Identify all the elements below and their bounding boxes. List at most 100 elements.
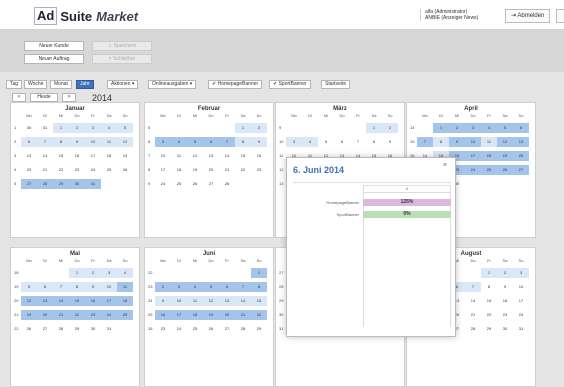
day-cell[interactable]: 21	[37, 165, 53, 175]
day-cell[interactable]: 10	[513, 282, 529, 292]
day-cell[interactable]: 8	[481, 282, 497, 292]
day-cell[interactable]	[21, 268, 37, 278]
day-cell[interactable]: 17	[513, 296, 529, 306]
day-cell[interactable]: 24	[465, 164, 481, 175]
day-cell[interactable]	[187, 268, 203, 278]
day-cell[interactable]: 5	[187, 136, 203, 147]
day-cell[interactable]: 4	[187, 281, 203, 292]
day-cell[interactable]: 19	[203, 309, 219, 320]
tab-tag[interactable]: Tag	[6, 80, 23, 89]
day-cell[interactable]	[219, 268, 235, 278]
save-button[interactable]: ⊥ Speichern	[92, 41, 152, 51]
day-cell[interactable]: 15	[481, 296, 497, 306]
day-cell[interactable]: 22	[53, 165, 69, 175]
day-cell[interactable]: 10	[155, 151, 171, 161]
day-cell[interactable]: 24	[101, 309, 117, 320]
day-cell[interactable]: 31	[513, 324, 529, 334]
day-cell[interactable]: 8	[69, 281, 85, 292]
day-cell[interactable]: 19	[21, 309, 37, 320]
day-cell[interactable]: 18	[481, 150, 497, 161]
day-cell[interactable]: 30	[69, 178, 85, 189]
prev-button[interactable]: <	[12, 93, 26, 102]
day-cell[interactable]: 2	[251, 122, 267, 133]
day-cell[interactable]: 4	[481, 122, 497, 133]
day-cell[interactable]: 1	[235, 122, 251, 133]
day-cell[interactable]: 2	[85, 267, 101, 278]
day-cell[interactable]: 9	[85, 281, 101, 292]
day-cell[interactable]: 16	[85, 295, 101, 306]
tab-monat[interactable]: Monat	[50, 80, 72, 89]
day-cell[interactable]: 24	[155, 179, 171, 189]
day-cell[interactable]	[171, 123, 187, 133]
day-cell[interactable]: 30	[21, 123, 37, 133]
day-cell[interactable]: 5	[497, 122, 513, 133]
day-cell[interactable]: 25	[117, 309, 133, 320]
day-cell[interactable]: 6	[203, 136, 219, 147]
day-cell[interactable]: 1	[53, 122, 69, 133]
day-cell[interactable]	[481, 179, 497, 189]
day-cell[interactable]: 28	[465, 324, 481, 334]
day-cell[interactable]: 10	[101, 281, 117, 292]
day-cell[interactable]: 23	[155, 324, 171, 334]
day-cell[interactable]	[334, 123, 350, 133]
day-cell[interactable]: 1	[481, 267, 497, 278]
day-cell[interactable]: 3	[101, 267, 117, 278]
day-cell[interactable]: 16	[251, 151, 267, 161]
day-cell[interactable]	[302, 123, 318, 133]
day-cell[interactable]: 3	[513, 267, 529, 278]
day-cell[interactable]: 3	[155, 136, 171, 147]
day-cell[interactable]: 9	[251, 136, 267, 147]
day-cell[interactable]: 16	[69, 151, 85, 161]
day-cell[interactable]: 14	[235, 295, 251, 306]
day-cell[interactable]: 21	[219, 165, 235, 175]
day-cell[interactable]: 16	[155, 309, 171, 320]
day-cell[interactable]: 7	[219, 136, 235, 147]
day-cell[interactable]: 6	[21, 136, 37, 147]
day-cell[interactable]: 25	[481, 164, 497, 175]
day-cell[interactable]	[155, 123, 171, 133]
day-cell[interactable]: 5	[203, 281, 219, 292]
day-cell[interactable]: 12	[203, 295, 219, 306]
day-cell[interactable]: 18	[171, 165, 187, 175]
day-cell[interactable]: 8	[251, 281, 267, 292]
day-cell[interactable]: 7	[465, 281, 481, 292]
day-cell[interactable]: 26	[21, 324, 37, 334]
day-cell[interactable]	[235, 179, 251, 189]
day-cell[interactable]: 3	[465, 122, 481, 133]
day-cell[interactable]: 1	[251, 267, 267, 278]
today-button[interactable]: Heute	[30, 93, 58, 102]
aktionen-dropdown[interactable]: Aktionen ▾	[107, 80, 139, 89]
day-cell[interactable]: 22	[69, 309, 85, 320]
day-cell[interactable]: 15	[53, 151, 69, 161]
day-cell[interactable]	[117, 179, 133, 189]
day-cell[interactable]: 17	[465, 150, 481, 161]
day-cell[interactable]: 7	[235, 281, 251, 292]
day-cell[interactable]: 27	[37, 324, 53, 334]
day-cell[interactable]: 17	[101, 295, 117, 306]
day-cell[interactable]: 12	[117, 136, 133, 147]
day-cell[interactable]: 7	[37, 136, 53, 147]
day-cell[interactable]: 27	[21, 178, 37, 189]
day-cell[interactable]: 13	[203, 151, 219, 161]
day-cell[interactable]: 9	[497, 282, 513, 292]
day-cell[interactable]: 20	[203, 165, 219, 175]
day-cell[interactable]: 3	[85, 122, 101, 133]
day-cell[interactable]: 23	[497, 310, 513, 320]
day-cell[interactable]: 12	[497, 136, 513, 147]
day-cell[interactable]	[417, 123, 433, 133]
day-cell[interactable]	[203, 123, 219, 133]
day-cell[interactable]: 28	[37, 178, 53, 189]
day-cell[interactable]: 28	[219, 179, 235, 189]
day-cell[interactable]: 6	[219, 281, 235, 292]
day-cell[interactable]: 22	[235, 165, 251, 175]
day-cell[interactable]: 20	[21, 165, 37, 175]
day-cell[interactable]: 4	[117, 267, 133, 278]
day-cell[interactable]	[497, 179, 513, 189]
day-cell[interactable]: 27	[513, 164, 529, 175]
day-cell[interactable]: 27	[219, 324, 235, 334]
day-cell[interactable]: 26	[117, 165, 133, 175]
sport-banner-toggle[interactable]: ✔ SportBanner	[269, 80, 311, 89]
day-cell[interactable]	[286, 123, 302, 133]
day-cell[interactable]: 3	[286, 136, 302, 147]
day-cell[interactable]	[219, 123, 235, 133]
